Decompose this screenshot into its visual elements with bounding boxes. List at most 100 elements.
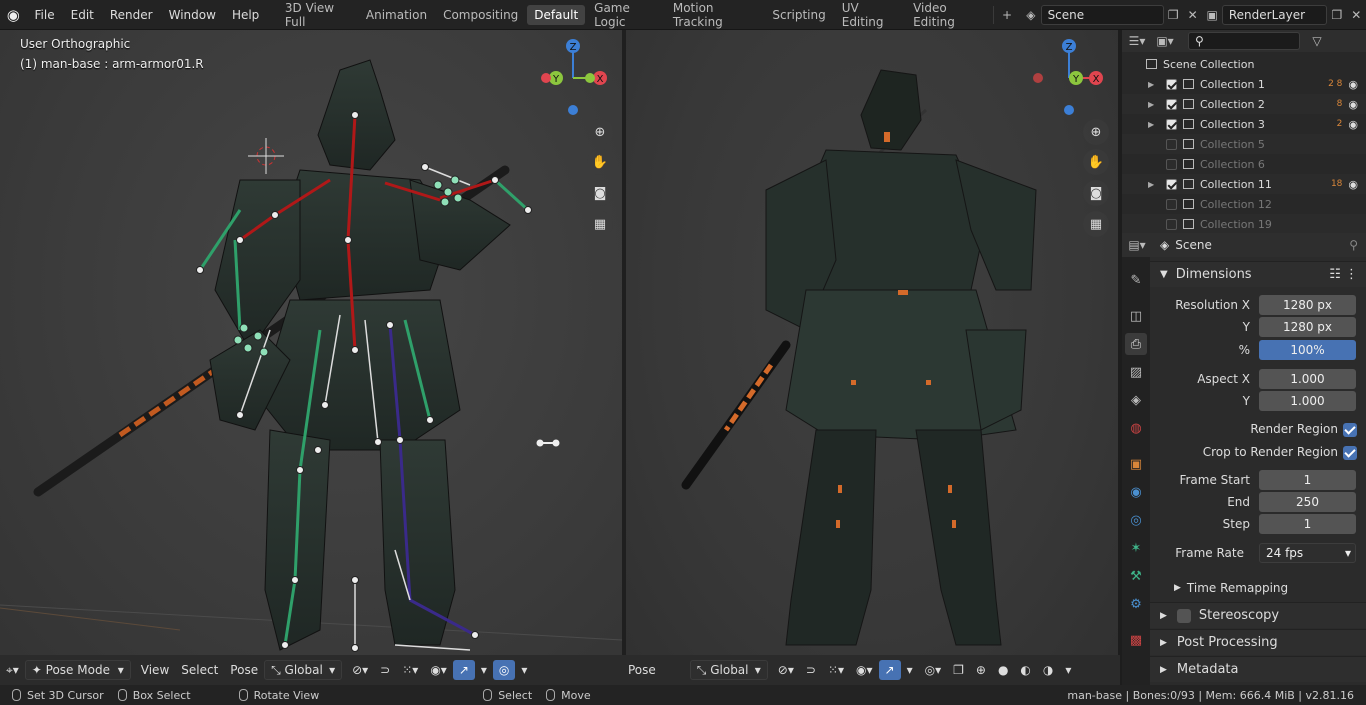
- blender-logo-icon[interactable]: ◉: [0, 6, 27, 24]
- close-scene-icon[interactable]: ✕: [1183, 5, 1202, 25]
- snap-icon[interactable]: ⊃: [374, 660, 396, 680]
- frame-end-field[interactable]: 250: [1259, 492, 1356, 512]
- gizmo-dropdown-icon-right[interactable]: ▾: [901, 660, 919, 680]
- grid-view-icon-right[interactable]: ▦: [1083, 211, 1109, 237]
- visibility-icon[interactable]: ◉▾: [424, 660, 453, 680]
- tab-animation[interactable]: Animation: [359, 5, 434, 25]
- stereoscopy-panel-header[interactable]: ▶ Stereoscopy: [1150, 602, 1366, 628]
- outliner-collection-row[interactable]: Collection 5: [1122, 134, 1366, 154]
- filter-view-icon[interactable]: ▣▾: [1154, 31, 1176, 51]
- object-count-badge[interactable]: 2: [1337, 119, 1343, 129]
- frame-rate-dropdown[interactable]: 24 fps ▾: [1259, 543, 1356, 563]
- eye-icon[interactable]: ◉: [1348, 118, 1358, 131]
- shading-dropdown-icon[interactable]: ▾: [1059, 660, 1077, 680]
- pan-hand-icon-right[interactable]: ✋: [1083, 149, 1109, 175]
- collection-checkbox[interactable]: [1166, 218, 1177, 230]
- tab-game-logic[interactable]: Game Logic: [587, 0, 664, 32]
- expand-arrow-icon[interactable]: ▶: [1148, 100, 1158, 109]
- metadata-panel-header[interactable]: ▶ Metadata: [1150, 656, 1366, 682]
- constraint-tab-icon[interactable]: ⚙: [1125, 593, 1147, 615]
- overlay-dropdown-icon[interactable]: ▾: [515, 660, 533, 680]
- collection-checkbox[interactable]: [1166, 98, 1177, 110]
- modifier-tab-icon[interactable]: ◉: [1125, 481, 1147, 503]
- tab-scripting[interactable]: Scripting: [765, 5, 832, 25]
- orientation-selector-right[interactable]: ⤡ Global ▾: [689, 660, 768, 680]
- select-menu[interactable]: Select: [175, 660, 224, 680]
- object-count-badge[interactable]: 2 8: [1328, 79, 1342, 89]
- snap-grid-icon-right[interactable]: ⁙▾: [822, 660, 850, 680]
- menu-file[interactable]: File: [27, 8, 63, 22]
- shading-material-icon[interactable]: ◐: [1014, 660, 1036, 680]
- menu-window[interactable]: Window: [161, 8, 224, 22]
- time-remapping-subpanel[interactable]: ▶ Time Remapping: [1174, 581, 1288, 595]
- tab-3d-view-full[interactable]: 3D View Full: [278, 0, 357, 32]
- eye-icon[interactable]: ◉: [1348, 178, 1358, 191]
- overlay-toggle-icon[interactable]: ◎: [492, 660, 516, 680]
- outliner-collection-row[interactable]: Collection 12: [1122, 194, 1366, 214]
- aspect-x-field[interactable]: 1.000: [1259, 369, 1356, 389]
- viewport-right[interactable]: Z X Y ⊕ ✋ ◙ ▦: [626, 30, 1118, 685]
- gizmo-dropdown-icon[interactable]: ▾: [475, 660, 493, 680]
- object-count-badge[interactable]: 8: [1337, 99, 1343, 109]
- object-count-badge[interactable]: 18: [1331, 179, 1342, 189]
- editor-type-icon[interactable]: ⌖▾: [0, 660, 25, 680]
- collection-checkbox[interactable]: [1166, 138, 1177, 150]
- object-tab-icon[interactable]: ▣: [1125, 453, 1147, 475]
- output-tab-icon[interactable]: ⎙: [1125, 333, 1147, 355]
- world-tab-icon[interactable]: ◍: [1125, 417, 1147, 439]
- frame-step-field[interactable]: 1: [1259, 514, 1356, 534]
- render-tab-icon[interactable]: ◫: [1125, 305, 1147, 327]
- pose-menu-right[interactable]: Pose: [622, 660, 662, 680]
- pan-hand-icon[interactable]: ✋: [587, 149, 613, 175]
- eye-icon[interactable]: ◉: [1348, 78, 1358, 91]
- gizmo-toggle-icon-right[interactable]: ↗: [878, 660, 901, 680]
- mode-selector[interactable]: ✦ Pose Mode ▾: [24, 660, 131, 680]
- zoom-icon[interactable]: ⊕: [587, 119, 613, 145]
- menu-edit[interactable]: Edit: [63, 8, 102, 22]
- tab-uv-editing[interactable]: UV Editing: [835, 0, 904, 32]
- shading-rendered-icon[interactable]: ◑: [1037, 660, 1059, 680]
- collection-checkbox[interactable]: [1166, 178, 1177, 190]
- pose-menu[interactable]: Pose: [224, 660, 264, 680]
- grid-view-icon[interactable]: ▦: [587, 211, 613, 237]
- resolution-percent-slider[interactable]: 100%: [1259, 340, 1356, 360]
- editor-type-icon[interactable]: ▤▾: [1126, 235, 1148, 255]
- scene-icon[interactable]: ◈: [1021, 5, 1040, 25]
- bone-tab-icon[interactable]: ⚒: [1125, 565, 1147, 587]
- stereoscopy-checkbox[interactable]: [1176, 608, 1191, 623]
- menu-render[interactable]: Render: [102, 8, 161, 22]
- rigged-character-view[interactable]: [0, 30, 622, 655]
- camera-icon[interactable]: ◙: [587, 180, 613, 206]
- viewport-left[interactable]: User Orthographic (1) man-base : arm-arm…: [0, 30, 622, 685]
- tab-video-editing[interactable]: Video Editing: [906, 0, 990, 32]
- overlay-icon-right[interactable]: ◎▾: [919, 660, 948, 680]
- eye-icon[interactable]: ◉: [1348, 98, 1358, 111]
- pin-icon[interactable]: ⚲: [1349, 238, 1358, 252]
- shading-wireframe-icon[interactable]: ⊕: [970, 660, 992, 680]
- expand-arrow-icon[interactable]: ▶: [1148, 120, 1158, 129]
- snap-icon-right[interactable]: ⊃: [800, 660, 822, 680]
- aspect-y-field[interactable]: 1.000: [1259, 391, 1356, 411]
- pivot-icon-right[interactable]: ⊘▾: [772, 660, 800, 680]
- outliner-collection-row[interactable]: ▶ Collection 1 2 8 ◉: [1122, 74, 1366, 94]
- tool-tab-icon[interactable]: ✎: [1125, 269, 1147, 291]
- view-menu[interactable]: View: [135, 660, 175, 680]
- outliner-collection-row[interactable]: Collection 6: [1122, 154, 1366, 174]
- render-layer-selector[interactable]: RenderLayer: [1221, 4, 1328, 25]
- camera-icon-right[interactable]: ◙: [1083, 180, 1109, 206]
- snap-grid-icon[interactable]: ⁙▾: [396, 660, 424, 680]
- tab-default[interactable]: Default: [527, 4, 586, 25]
- outliner-collection-row[interactable]: Collection 19: [1122, 214, 1366, 233]
- armature-tab-icon[interactable]: ✶: [1125, 537, 1147, 559]
- shading-solid-icon[interactable]: ●: [992, 660, 1014, 680]
- zoom-icon-right[interactable]: ⊕: [1083, 119, 1109, 145]
- post-processing-panel-header[interactable]: ▶ Post Processing: [1150, 629, 1366, 655]
- scene-selector[interactable]: Scene: [1040, 4, 1164, 25]
- render-region-checkbox[interactable]: [1343, 423, 1357, 437]
- scene-tab-icon[interactable]: ◈: [1125, 389, 1147, 411]
- rendered-character-view[interactable]: [626, 30, 1118, 655]
- visibility-icon-right[interactable]: ◉▾: [850, 660, 879, 680]
- copy-scene-icon[interactable]: ❐: [1164, 5, 1183, 25]
- crop-region-checkbox[interactable]: [1343, 446, 1357, 460]
- xray-icon[interactable]: ❐: [947, 660, 970, 680]
